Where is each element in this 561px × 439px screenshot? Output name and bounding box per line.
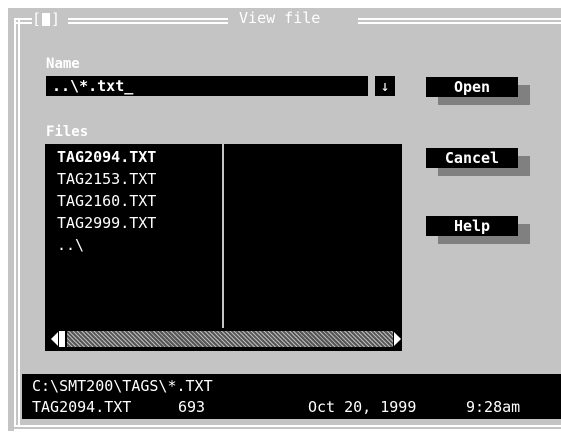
file-item-parent-dir[interactable]: ..\ [57, 234, 84, 256]
file-item-tag2153[interactable]: TAG2153.TXT [57, 168, 156, 190]
file-item-tag2094[interactable]: TAG2094.TXT [57, 146, 156, 168]
status-file-time: 9:28am [466, 398, 521, 416]
scroll-right-arrow-icon[interactable] [393, 331, 403, 347]
history-dropdown-arrow-icon[interactable]: ↓ [375, 76, 395, 96]
scroll-track[interactable] [67, 331, 393, 347]
close-box[interactable]: [] [32, 10, 60, 28]
scroll-thumb[interactable] [59, 331, 65, 347]
file-list-column: TAG2094.TXT TAG2153.TXT TAG2160.TXT TAG2… [45, 144, 221, 328]
dialog-frame-bottom [14, 425, 561, 431]
status-file-size: 693 [178, 398, 206, 416]
status-file-name: TAG2094.TXT [32, 398, 132, 416]
help-button[interactable]: Help [426, 216, 518, 236]
status-panel: C:\SMT200\TAGS\*.TXT TAG2094.TXT 693 Oct… [22, 374, 561, 419]
name-label: Name [46, 56, 80, 72]
dialog-frame-top-left [14, 18, 32, 24]
dialog-title: View file [239, 9, 321, 27]
cancel-button[interactable]: Cancel [426, 148, 518, 168]
cancel-button-group: Cancel [426, 148, 530, 176]
dialog-frame-top-mid [68, 18, 228, 24]
horizontal-scrollbar[interactable] [45, 329, 402, 349]
dialog-frame-top-right [358, 18, 561, 24]
dialog-frame-left [14, 18, 20, 427]
file-item-tag2160[interactable]: TAG2160.TXT [57, 190, 156, 212]
close-icon[interactable] [42, 13, 51, 26]
file-item-tag2999[interactable]: TAG2999.TXT [57, 212, 156, 234]
open-button-group: Open [426, 77, 530, 105]
name-input[interactable]: ..\*.txt_ [46, 76, 368, 96]
file-list[interactable]: TAG2094.TXT TAG2153.TXT TAG2160.TXT TAG2… [45, 144, 402, 351]
view-file-dialog: [] View file Name ..\*.txt_ ↓ Open Cance… [8, 8, 561, 431]
help-button-group: Help [426, 216, 530, 244]
files-label: Files [46, 124, 89, 140]
open-button[interactable]: Open [426, 77, 518, 97]
status-path: C:\SMT200\TAGS\*.TXT [32, 377, 213, 395]
column-divider [222, 144, 224, 328]
status-file-date: Oct 20, 1999 [308, 398, 417, 416]
